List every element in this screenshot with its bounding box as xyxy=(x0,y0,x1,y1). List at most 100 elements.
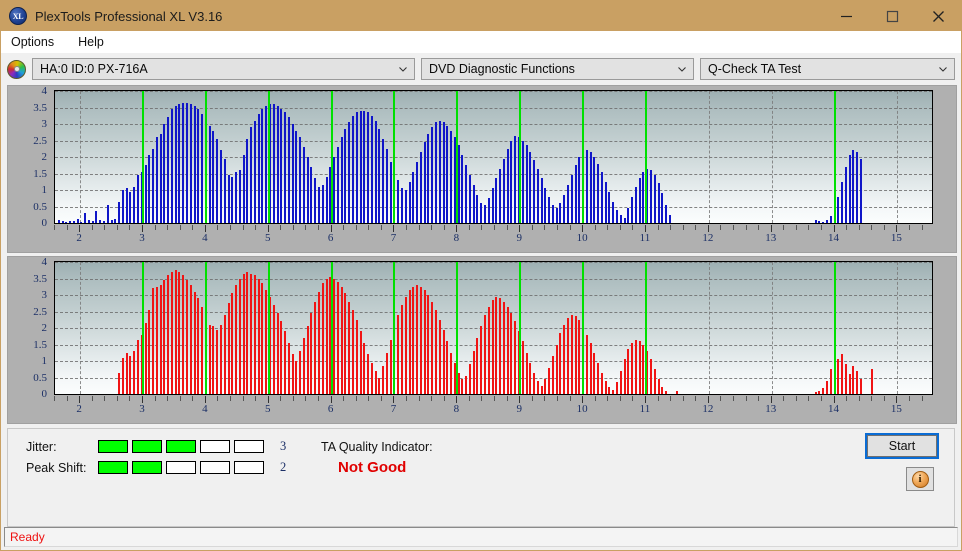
chart-bar xyxy=(844,364,847,394)
chart-bar xyxy=(859,158,862,223)
menu-item-options[interactable]: Options xyxy=(9,35,64,49)
peak-shift-meter xyxy=(98,461,264,474)
chart-bar xyxy=(525,352,528,394)
chart-bar xyxy=(461,155,464,223)
drive-select[interactable]: HA:0 ID:0 PX-716A xyxy=(32,58,415,80)
chart-bar xyxy=(574,165,577,223)
chart-bar xyxy=(91,221,94,223)
chart-bar xyxy=(152,288,155,394)
chart-bar xyxy=(378,128,381,223)
chart-bar xyxy=(600,372,603,394)
chart-bar xyxy=(389,339,392,394)
function-select[interactable]: DVD Diagnostic Functions xyxy=(421,58,694,80)
x-tick xyxy=(116,225,118,230)
x-tick xyxy=(406,396,408,401)
x-tick xyxy=(167,396,169,401)
chart-bar xyxy=(272,304,275,394)
chart-bar xyxy=(72,221,75,223)
chart-bar xyxy=(174,270,177,394)
chart-bar xyxy=(223,158,226,223)
y-tick-label: 0 xyxy=(41,388,48,400)
x-tick-label: 9 xyxy=(516,403,522,415)
chart-bar xyxy=(649,170,652,223)
chart-bar xyxy=(246,138,249,223)
chart-bar xyxy=(818,221,821,223)
chart-bar xyxy=(250,273,253,394)
x-tick-label: 10 xyxy=(576,403,588,415)
gridline-horizontal xyxy=(55,223,932,224)
x-tick xyxy=(292,225,294,230)
x-tick xyxy=(506,225,508,230)
chart-bar xyxy=(434,309,437,394)
info-button[interactable]: i xyxy=(906,467,934,491)
x-tick xyxy=(79,225,81,232)
chart-bar xyxy=(408,290,411,394)
marker-line xyxy=(204,91,207,223)
chart-bar xyxy=(653,175,656,223)
chart-bar xyxy=(434,122,437,223)
x-tick xyxy=(355,225,357,230)
chart-bar xyxy=(336,147,339,223)
chart-bar xyxy=(189,104,192,223)
x-tick xyxy=(544,396,546,401)
chart-bar xyxy=(302,337,305,394)
chart-bar xyxy=(227,175,230,223)
x-tick xyxy=(670,225,672,230)
x-tick xyxy=(908,225,910,230)
x-tick xyxy=(908,396,910,401)
x-tick xyxy=(104,225,106,230)
chart-bar xyxy=(506,148,509,223)
chart-bar xyxy=(193,291,196,394)
chart-bar xyxy=(318,186,321,223)
x-tick xyxy=(569,225,571,230)
chart-bar xyxy=(257,114,260,223)
start-button[interactable]: Start xyxy=(865,433,939,459)
x-tick xyxy=(519,396,521,403)
x-tick xyxy=(582,396,584,403)
test-select[interactable]: Q-Check TA Test xyxy=(700,58,955,80)
marker-line xyxy=(330,262,333,394)
chart-bar xyxy=(382,138,385,223)
chart-bar xyxy=(521,341,524,394)
chart-bar xyxy=(144,323,147,394)
maximize-icon[interactable] xyxy=(869,1,915,31)
x-tick xyxy=(116,396,118,401)
x-tick xyxy=(720,396,722,401)
chart-bar xyxy=(612,201,615,223)
menu-item-help[interactable]: Help xyxy=(76,35,114,49)
chart-bar xyxy=(533,160,536,223)
chart-bar xyxy=(416,285,419,394)
chart-bar xyxy=(310,313,313,394)
chart-bar xyxy=(848,374,851,394)
x-tick xyxy=(820,396,822,401)
chart-bar xyxy=(510,140,513,223)
gridline-vertical xyxy=(897,91,899,223)
chart-bar xyxy=(612,390,615,394)
chart-bar xyxy=(502,301,505,394)
chart-bar xyxy=(468,364,471,394)
chart-bar xyxy=(121,357,124,394)
chart-bar xyxy=(238,170,241,223)
x-tick xyxy=(456,396,458,403)
chart-bar xyxy=(159,285,162,394)
chart-bar xyxy=(61,221,64,223)
close-icon[interactable] xyxy=(915,1,961,31)
x-tick xyxy=(230,225,232,230)
chart-bar xyxy=(201,114,204,223)
x-tick xyxy=(632,225,634,230)
chart-bar xyxy=(484,204,486,223)
minimize-icon[interactable] xyxy=(823,1,869,31)
chart-bar xyxy=(431,301,434,394)
chart-bar xyxy=(661,387,664,394)
chart-bar xyxy=(544,188,547,223)
y-tick-label: 2.5 xyxy=(33,134,47,147)
x-tick xyxy=(305,225,307,230)
marker-line xyxy=(644,262,647,394)
x-tick-label: 12 xyxy=(702,232,714,244)
chart-bar xyxy=(563,194,566,223)
chart-bar xyxy=(468,175,471,223)
y-tick-label: 3 xyxy=(41,289,48,301)
x-tick xyxy=(280,225,282,230)
gridline-vertical xyxy=(897,262,899,394)
meter-segment xyxy=(132,440,162,453)
